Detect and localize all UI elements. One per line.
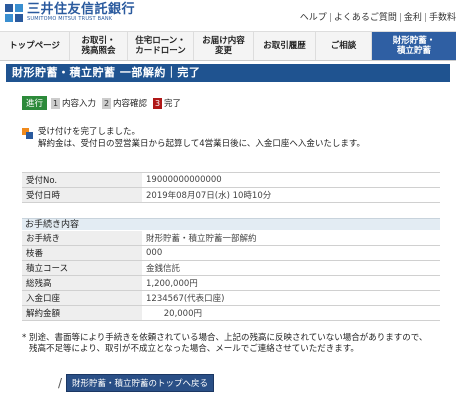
step-label: 内容入力 — [62, 99, 97, 109]
nav-history[interactable]: お取引履歴 — [254, 32, 316, 60]
table-row: 受付No. 19000000000000 — [22, 172, 440, 188]
cancel-amount-text: 20,000円 — [163, 309, 202, 319]
branch-number-label: 枝番 — [22, 245, 142, 261]
procedure-type-value: 財形貯蓄・積立貯蓄一部解約 — [142, 231, 440, 246]
total-balance-value: 1,200,000円 — [142, 275, 440, 291]
table-row: お手続き 財形貯蓄・積立貯蓄一部解約 — [22, 231, 440, 246]
receipt-no-value: 19000000000000 — [142, 172, 440, 188]
table-row: 入金口座 1234567(代表口座) — [22, 290, 440, 306]
note-line-2: 残高不足等により、取引が不成立となった場合、メールでご連絡させていただきます。 — [29, 344, 359, 354]
slash-divider: / — [58, 376, 63, 390]
table-row: 解約金額 20,000円 — [22, 305, 440, 321]
savings-course-label: 積立コース — [22, 260, 142, 276]
page-title: 財形貯蓄・積立貯蓄 一部解約｜完了 — [6, 64, 450, 82]
table-row: 総残高 1,200,000円 — [22, 275, 440, 291]
step-number-current: 3 — [153, 97, 163, 109]
nav-label: お取引・ — [81, 36, 116, 46]
nav-loans[interactable]: 住宅ローン・ カードローン — [128, 32, 194, 60]
global-nav: トップページ お取引・ 残高照会 住宅ローン・ カードローン お届け内容 変更 お取引… — [0, 31, 456, 61]
nav-label: カードローン — [135, 46, 186, 56]
nav-label: 住宅ローン・ — [135, 36, 186, 46]
step-label: 内容確認 — [113, 99, 148, 109]
message-line-2: 解約金は、受付日の翌営業日から起算して4営業日後に、入金口座へ入金いたします。 — [38, 139, 366, 149]
total-balance-label: 総残高 — [22, 275, 142, 291]
nav-registration-change[interactable]: お届け内容 変更 — [194, 32, 254, 60]
cancel-amount-value: 20,000円 — [142, 305, 440, 321]
step-number: 1 — [51, 97, 61, 109]
nav-label: 残高照会 — [81, 46, 116, 56]
nav-label: お届け内容 — [202, 36, 245, 46]
deposit-account-label: 入金口座 — [22, 290, 142, 306]
receipt-table: 受付No. 19000000000000 受付日時 2019年08月07日(水)… — [22, 172, 440, 203]
nav-label: ご相談 — [330, 41, 357, 51]
table-row: 積立コース 金銭信託 — [22, 260, 440, 276]
deposit-account-value: 1234567(代表口座) — [142, 290, 440, 306]
procedure-section-header: お手続き内容 — [22, 218, 440, 230]
note-line-1: * 別途、書面等により手続きを依頼されている場合、上記の残高に反映されていない場… — [22, 333, 428, 343]
nav-transactions[interactable]: お取引・ 残高照会 — [70, 32, 128, 60]
step-label: 完了 — [164, 99, 182, 109]
step-progress-label: 進行 — [22, 96, 48, 110]
nav-label: 変更 — [214, 46, 232, 56]
receipt-datetime-label: 受付日時 — [22, 187, 142, 203]
bank-name: 三井住友信託銀行 — [27, 2, 136, 17]
utility-links: ヘルプ | よくあるご質問 | 金利 | 手数料 — [299, 13, 456, 23]
header: 三井住友信託銀行 SUMITOMO MITSUI TRUST BANK ヘルプ |… — [0, 0, 456, 30]
back-to-savings-top-button[interactable]: 財形貯蓄・積立貯蓄のトップへ戻る — [66, 374, 215, 392]
message-line-1: 受け付けを完了しました。 — [38, 127, 141, 137]
util-link-faq[interactable]: よくあるご質問 — [334, 13, 397, 23]
bank-name-en: SUMITOMO MITSUI TRUST BANK — [27, 16, 113, 22]
table-row: 受付日時 2019年08月07日(水) 10時10分 — [22, 187, 440, 203]
nav-savings[interactable]: 財形貯蓄・ 積立貯蓄 — [372, 32, 456, 60]
util-link-fees[interactable]: 手数料 — [429, 13, 456, 23]
receipt-no-label: 受付No. — [22, 172, 142, 188]
step-number: 2 — [102, 97, 112, 109]
table-row: 枝番 000 — [22, 245, 440, 261]
nav-top[interactable]: トップページ — [0, 32, 70, 60]
bank-logo[interactable]: 三井住友信託銀行 SUMITOMO MITSUI TRUST BANK — [4, 3, 135, 23]
procedure-type-label: お手続き — [22, 231, 142, 246]
back-area: / 財形貯蓄・積立貯蓄のトップへ戻る — [58, 374, 215, 392]
branch-number-value: 000 — [142, 245, 440, 261]
savings-course-value: 金銭信託 — [142, 260, 440, 276]
nav-label: 積立貯蓄 — [396, 46, 431, 56]
cancel-amount-label: 解約金額 — [22, 305, 142, 321]
receipt-datetime-value: 2019年08月07日(水) 10時10分 — [142, 187, 440, 203]
nav-consultation[interactable]: ご相談 — [316, 32, 372, 60]
util-link-rates[interactable]: 金利 — [404, 13, 422, 23]
bank-logo-icon — [4, 3, 24, 23]
procedure-table: お手続き 財形貯蓄・積立貯蓄一部解約 枝番 000 積立コース 金銭信託 総残高… — [22, 231, 440, 321]
util-link-help[interactable]: ヘルプ — [300, 13, 327, 23]
nav-label: トップページ — [9, 41, 60, 51]
notes: * 別途、書面等により手続きを依頼されている場合、上記の残高に反映されていない場… — [22, 333, 452, 355]
info-icon — [22, 128, 33, 139]
nav-label: お取引履歴 — [263, 41, 306, 51]
nav-label: 財形貯蓄・ — [392, 36, 436, 46]
progress-steps: 進行 1 内容入力 2 内容確認 3 完了 — [22, 96, 187, 110]
completion-message: 受け付けを完了しました。 解約金は、受付日の翌営業日から起算して4営業日後に、入… — [22, 126, 365, 150]
